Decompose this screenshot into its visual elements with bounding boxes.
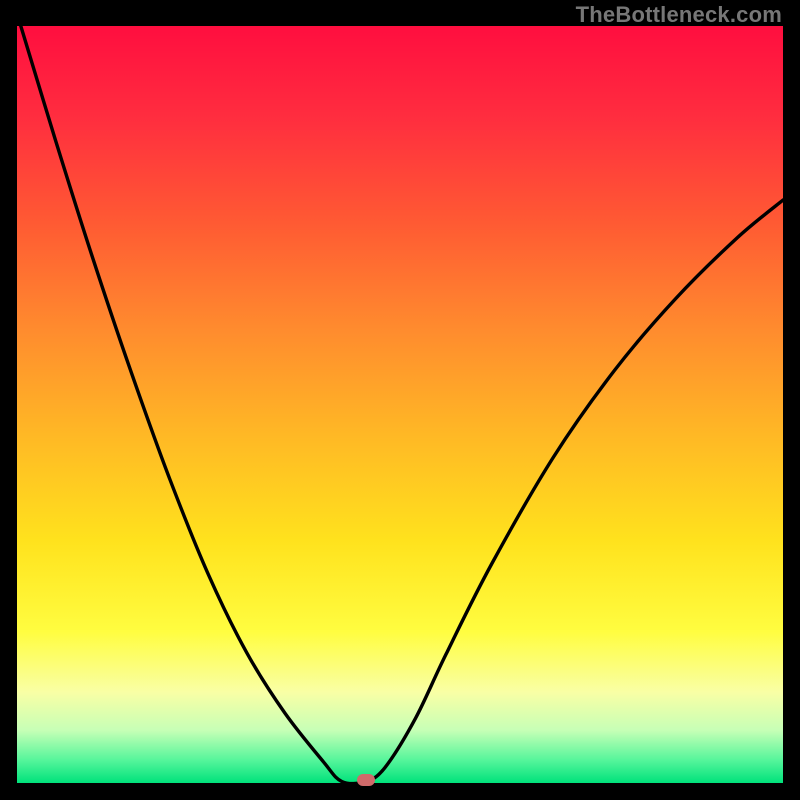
- plot-area: [17, 26, 783, 783]
- watermark-text: TheBottleneck.com: [576, 2, 782, 28]
- curve-layer: [17, 26, 783, 783]
- chart-frame: TheBottleneck.com: [0, 0, 800, 800]
- minimum-marker: [357, 774, 375, 786]
- bottleneck-curve-path: [21, 26, 783, 783]
